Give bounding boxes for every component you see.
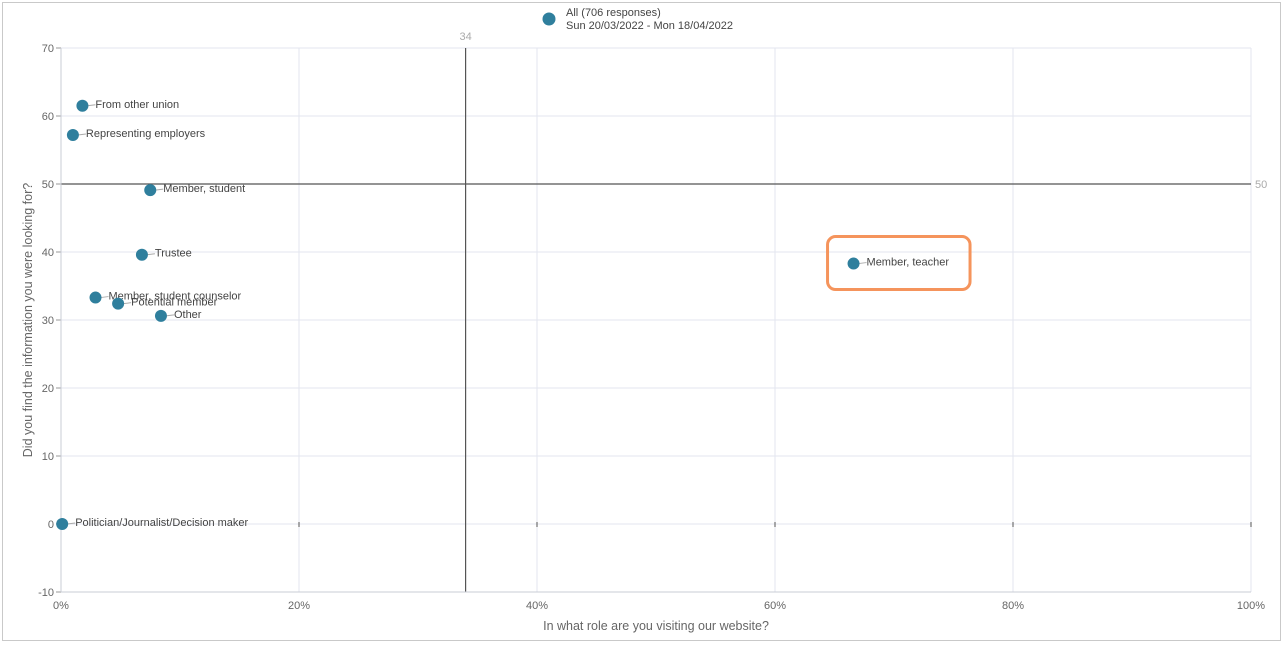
point-marker [135,248,148,261]
data-point[interactable]: Member, teacher [826,235,972,292]
y-tick-label: 60 [42,111,54,123]
point-connector [155,188,164,191]
point-label: Representing employers [86,128,206,140]
point-connector [77,133,86,136]
y-tick-label: 20 [42,383,54,395]
y-tick-label: 10 [42,451,54,463]
data-point[interactable]: Representing employers [66,128,206,142]
data-point[interactable]: Other [154,309,202,322]
point-connector [123,302,132,305]
point-marker [112,297,125,310]
point-label: Member, student [163,183,245,195]
data-point[interactable]: From other union [76,99,179,112]
x-tick-label: 20% [288,600,310,612]
legend-label: All (706 responses) [566,7,661,19]
point-label: Trustee [155,248,192,260]
y-tick-label: 70 [42,43,54,55]
point-marker [76,99,89,112]
x-tick-label: 0% [53,600,69,612]
point-marker [56,518,69,530]
data-point[interactable]: Trustee [135,248,192,261]
point-marker [847,257,860,270]
point-connector [100,296,109,299]
grid [60,47,1252,593]
point-connector [87,104,96,107]
y-reference-label: 50 [1255,179,1267,191]
x-tick-label: 80% [1002,600,1024,612]
point-marker [66,129,79,142]
x-reference-label: 34 [459,31,471,43]
point-connector [858,262,867,265]
data-points: From other union Representing employers Me… [56,99,972,530]
point-label: Potential member [131,297,218,309]
x-axis-title: In what role are you visiting our websit… [543,619,769,633]
y-tick-label: -10 [38,587,54,599]
y-axis-title: Did you find the information you were lo… [21,183,35,458]
point-label: Member, teacher [867,257,950,269]
point-marker [89,291,102,304]
point-marker [144,184,157,197]
scatter-chart: 34 50 -10 0 10 20 30 40 50 60 70 0% 20% 40% 60% 80% 100… [21,7,1267,633]
point-label: Other [174,309,202,321]
point-label: From other union [95,99,179,111]
point-connector [165,314,175,317]
y-tick-label: 40 [42,247,54,259]
y-tick-label: 50 [42,179,54,191]
data-point[interactable]: Politician/Journalist/Decision maker [56,517,249,530]
reference-lines: 34 50 [61,31,1267,592]
point-label: Politician/Journalist/Decision maker [75,517,248,529]
legend-marker [542,12,556,26]
x-tick-label: 100% [1237,600,1265,612]
data-point[interactable]: Member, student [144,183,245,197]
x-tick-label: 40% [526,600,548,612]
point-connector [146,253,155,256]
point-marker [154,309,167,322]
legend[interactable]: All (706 responses) Sun 20/03/2022 - Mon… [542,7,733,32]
y-tick-label: 30 [42,315,54,327]
x-tick-label: 60% [764,600,786,612]
y-tick-label: 0 [48,519,54,531]
legend-date-range: Sun 20/03/2022 - Mon 18/04/2022 [566,20,733,32]
